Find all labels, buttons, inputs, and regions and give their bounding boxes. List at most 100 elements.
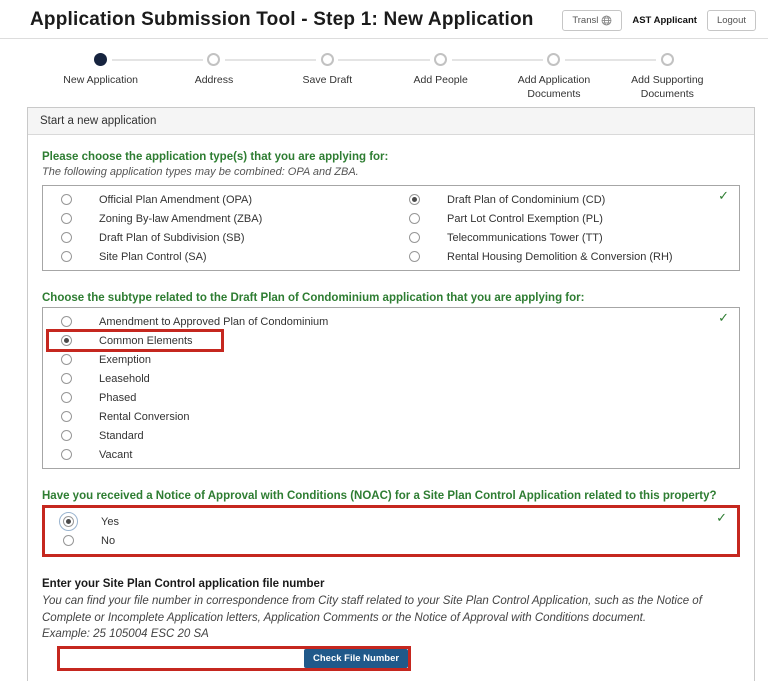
radio-option-wrap: Part Lot Control Exemption (PL)	[391, 209, 603, 228]
radio-option-row[interactable]: Draft Plan of Condominium (CD)	[391, 190, 739, 209]
radio-icon[interactable]	[61, 194, 72, 206]
stepper-step-1: Address	[157, 53, 317, 101]
radio-option-wrap: Site Plan Control (SA)	[43, 247, 207, 266]
radio-option-row[interactable]: Site Plan Control (SA)	[43, 247, 391, 266]
step-dot[interactable]	[660, 53, 674, 66]
radio-option-wrap: Draft Plan of Subdivision (SB)	[43, 228, 245, 247]
radio-option-row[interactable]: Zoning By-law Amendment (ZBA)	[43, 209, 391, 228]
radio-option-wrap: Standard	[43, 426, 144, 445]
stepper-step-0: New Application	[44, 53, 204, 101]
radio-option-label: Yes	[101, 515, 119, 528]
radio-option-row[interactable]: Rental Conversion	[43, 407, 739, 426]
noac-options: Yes No	[45, 512, 737, 550]
application-type-right-column: Draft Plan of Condominium (CD) Part Lot C…	[391, 190, 739, 266]
new-application-panel: Start a new application Please choose th…	[27, 107, 755, 681]
radio-icon[interactable]	[61, 232, 72, 244]
radio-option-wrap: Exemption	[43, 350, 151, 369]
radio-icon[interactable]	[409, 232, 420, 244]
translate-button-label: Transl	[572, 14, 599, 26]
radio-option-wrap: No	[45, 531, 115, 550]
step-label: Save Draft	[302, 74, 353, 86]
radio-selected-icon[interactable]	[59, 512, 78, 532]
file-number-help-text: You can find your file number in corresp…	[42, 595, 702, 625]
radio-option-wrap: Leasehold	[43, 369, 150, 388]
radio-option-row[interactable]: Rental Housing Demolition & Conversion (…	[391, 247, 739, 266]
radio-option-label: Standard	[99, 429, 144, 442]
application-type-group: ✓ Official Plan Amendment (OPA) Zoning By…	[42, 185, 740, 272]
radio-option-label: Site Plan Control (SA)	[99, 250, 207, 263]
radio-option-row[interactable]: Leasehold	[43, 369, 739, 388]
step-dot[interactable]	[547, 53, 561, 66]
radio-option-row[interactable]: Draft Plan of Subdivision (SB)	[43, 228, 391, 247]
radio-selected-icon[interactable]	[409, 194, 420, 206]
radio-option-row[interactable]: Vacant	[43, 445, 739, 464]
app-header: Application Submission Tool - Step 1: Ne…	[0, 0, 768, 39]
valid-check-icon: ✓	[718, 189, 729, 205]
radio-option-row[interactable]: Official Plan Amendment (OPA)	[43, 190, 391, 209]
radio-icon[interactable]	[409, 213, 420, 225]
panel-header: Start a new application	[28, 108, 754, 136]
step-dot[interactable]	[434, 53, 448, 66]
file-number-input[interactable]	[60, 648, 304, 668]
globe-icon	[601, 15, 612, 25]
radio-icon[interactable]	[409, 251, 420, 263]
step-label: Add Application Documents	[517, 74, 591, 101]
radio-option-wrap: Telecommunications Tower (TT)	[391, 228, 603, 247]
radio-option-label: Exemption	[99, 353, 151, 366]
step-dot[interactable]	[207, 53, 221, 66]
radio-icon[interactable]	[61, 430, 72, 442]
radio-icon[interactable]	[61, 392, 72, 404]
progress-stepper: New Application Address Save Draft Add Peop…	[44, 53, 724, 101]
radio-option-wrap: Zoning By-law Amendment (ZBA)	[43, 209, 262, 228]
subtype-group: ✓ Amendment to Approved Plan of Condomin…	[42, 307, 740, 470]
noac-heading: Have you received a Notice of Approval w…	[42, 490, 717, 503]
radio-option-row[interactable]: No	[45, 531, 737, 550]
step-label: New Application	[63, 74, 139, 86]
radio-icon[interactable]	[61, 411, 72, 423]
radio-selected-icon[interactable]	[61, 335, 72, 347]
file-number-heading: Enter your Site Plan Control application…	[42, 578, 325, 591]
radio-option-wrap: Official Plan Amendment (OPA)	[43, 190, 252, 209]
step-dot[interactable]	[94, 53, 108, 66]
translate-button[interactable]: Transl	[562, 9, 623, 31]
check-file-number-button[interactable]: Check File Number	[304, 648, 409, 668]
header-actions: Transl AST Applicant Logout	[562, 9, 756, 31]
radio-icon[interactable]	[61, 251, 72, 263]
radio-icon[interactable]	[61, 316, 72, 328]
file-number-field-group: Check File Number	[57, 645, 412, 671]
radio-icon[interactable]	[61, 373, 72, 385]
radio-icon[interactable]	[61, 213, 72, 225]
stepper-step-3: Add People	[384, 53, 544, 101]
stepper-step-5: Add Supporting Documents	[611, 53, 724, 101]
file-number-example: Example: 25 105004 ESC 20 SA	[42, 627, 209, 640]
radio-option-row[interactable]: Yes	[45, 512, 737, 532]
radio-option-wrap: Yes	[45, 512, 119, 532]
radio-option-wrap: Draft Plan of Condominium (CD)	[391, 190, 605, 209]
radio-option-row[interactable]: Standard	[43, 426, 739, 445]
radio-option-row[interactable]: Part Lot Control Exemption (PL)	[391, 209, 739, 228]
subtype-options: Amendment to Approved Plan of Condominiu…	[43, 312, 739, 464]
stepper-step-4: Add Application Documents	[497, 53, 657, 101]
panel-body: Please choose the application type(s) th…	[28, 135, 754, 680]
radio-icon[interactable]	[61, 449, 72, 461]
radio-option-row[interactable]: Telecommunications Tower (TT)	[391, 228, 739, 247]
step-dot[interactable]	[320, 53, 334, 66]
radio-option-label: Common Elements	[99, 334, 193, 347]
radio-option-label: Draft Plan of Subdivision (SB)	[99, 231, 245, 244]
valid-check-icon: ✓	[716, 511, 727, 527]
radio-option-row[interactable]: Phased	[43, 388, 739, 407]
radio-option-label: Leasehold	[99, 372, 150, 385]
radio-option-row[interactable]: Exemption	[43, 350, 739, 369]
radio-icon[interactable]	[61, 354, 72, 366]
step-label: Add People	[413, 74, 468, 86]
radio-option-row[interactable]: Common Elements	[43, 329, 739, 353]
radio-option-wrap: Phased	[43, 388, 136, 407]
radio-option-label: Phased	[99, 391, 137, 404]
application-type-note: The following application types may be c…	[42, 166, 359, 179]
radio-option-label: Official Plan Amendment (OPA)	[99, 193, 253, 206]
radio-option-label: No	[101, 534, 116, 547]
radio-option-label: Draft Plan of Condominium (CD)	[447, 193, 606, 206]
logout-button[interactable]: Logout	[706, 9, 756, 31]
radio-icon[interactable]	[63, 535, 74, 547]
radio-option-label: Part Lot Control Exemption (PL)	[447, 212, 603, 225]
